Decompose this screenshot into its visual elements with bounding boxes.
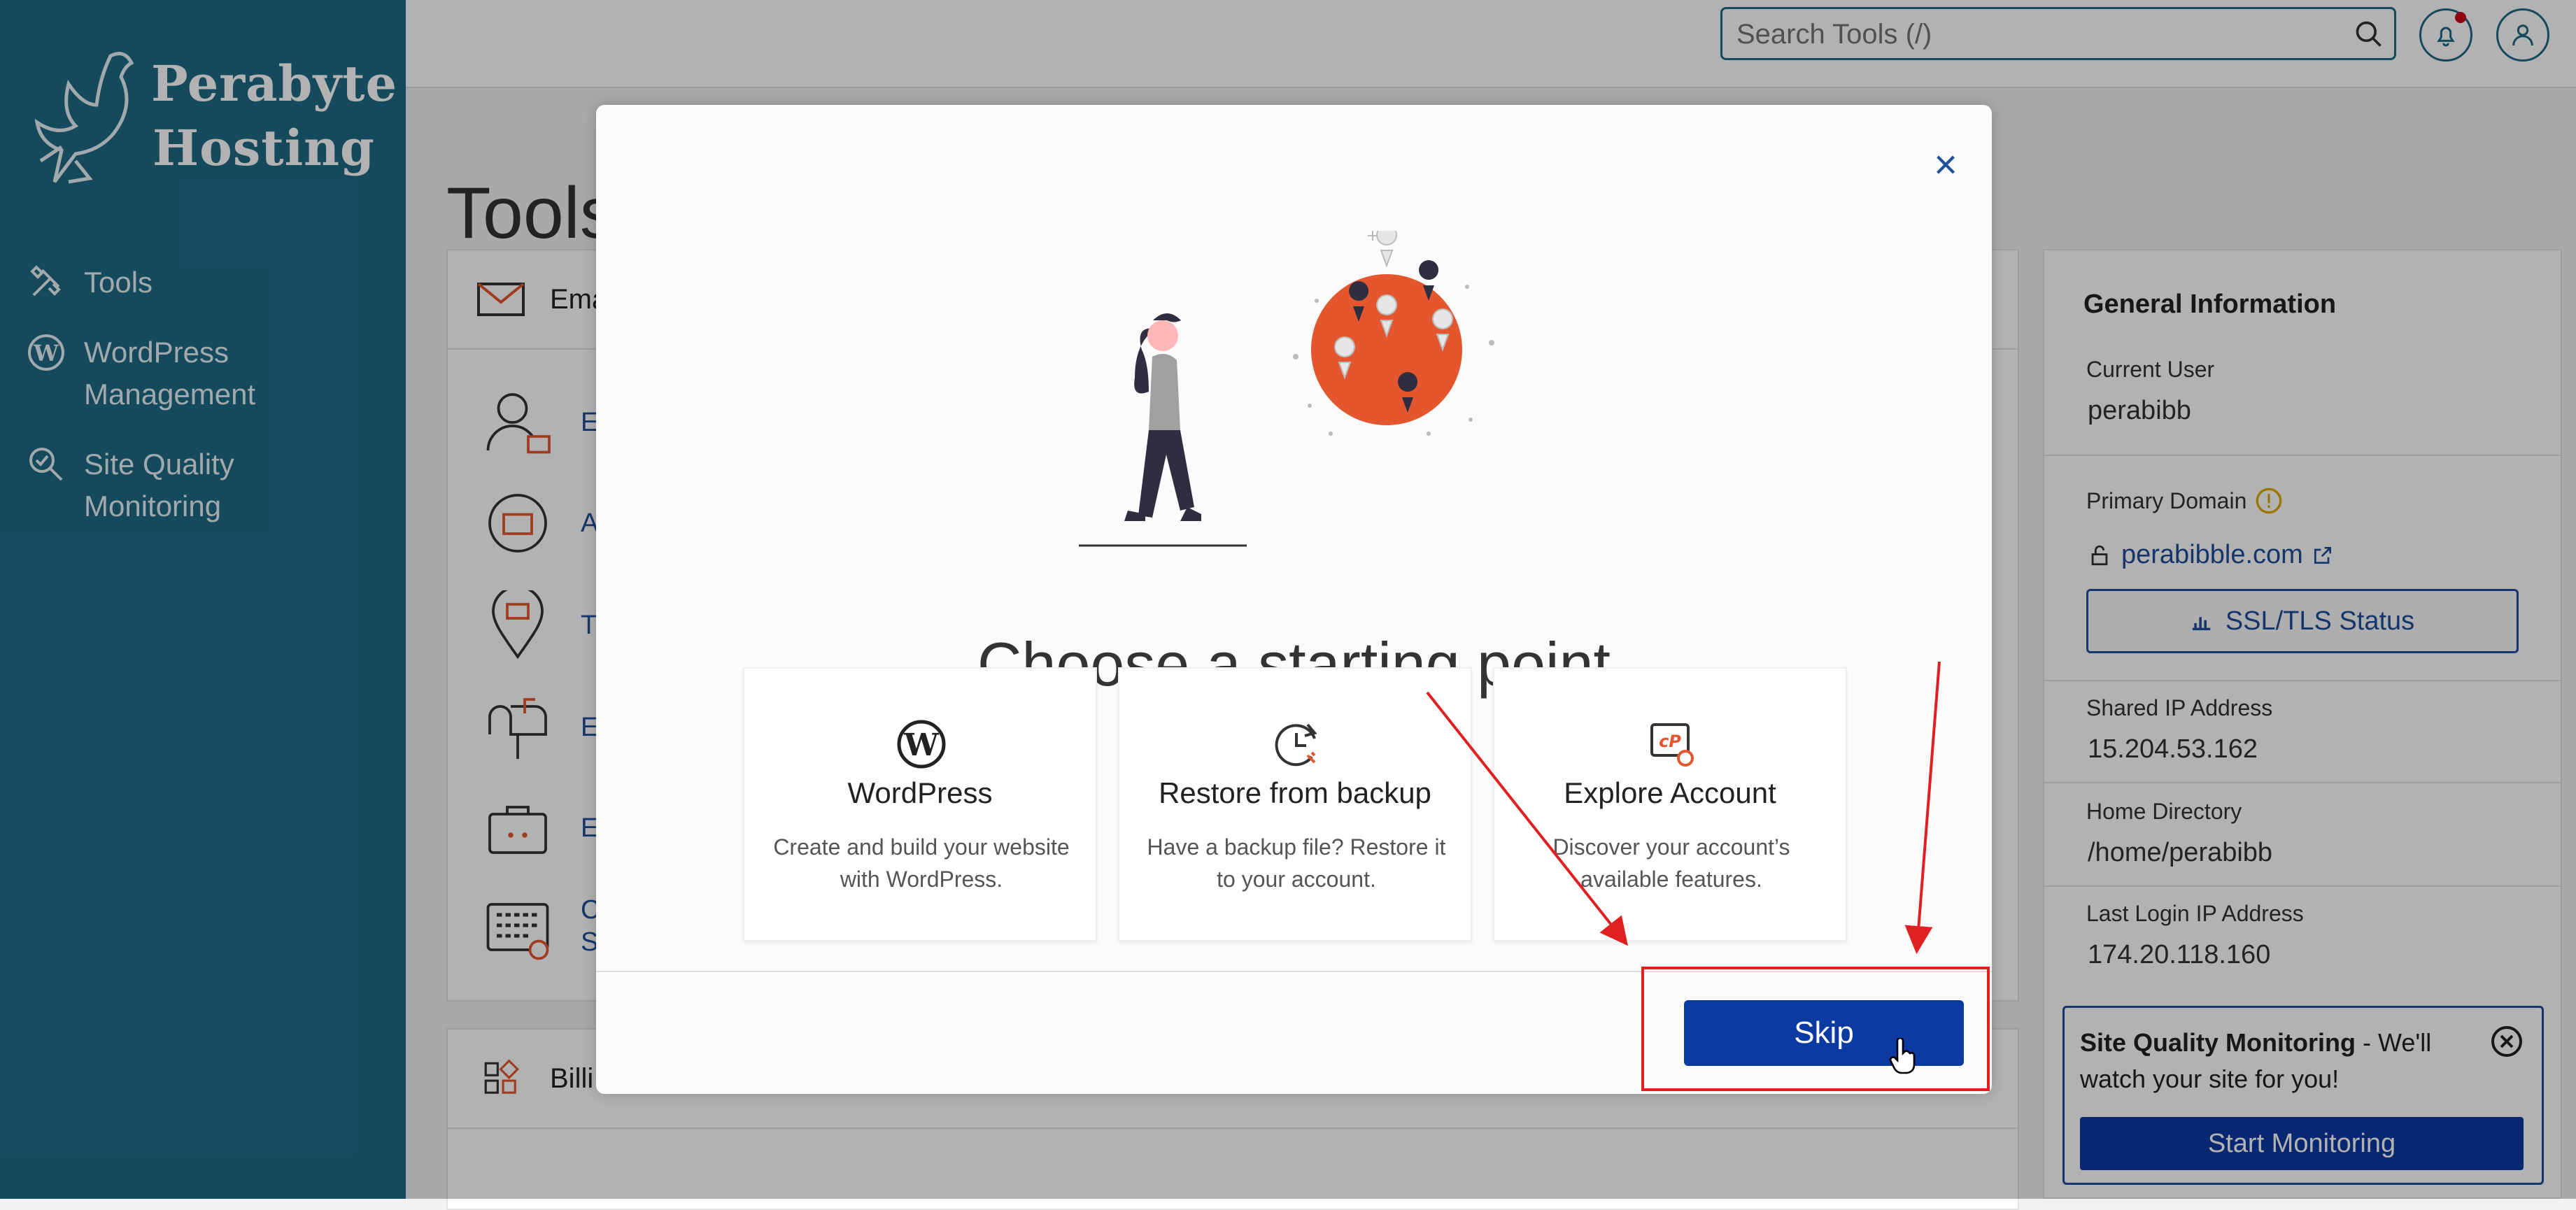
card-description: Create and build your website with WordP… [773, 834, 1070, 892]
close-icon[interactable]: × [1924, 142, 1967, 187]
starting-point-modal: × Choose a starting point W WordPress Cr… [596, 105, 1992, 1094]
annotation-highlight-box [1641, 967, 1990, 1091]
svg-text:cP: cP [1659, 732, 1681, 751]
restore-clock-icon [1275, 723, 1317, 767]
card-description: Discover your account’s available featur… [1552, 834, 1790, 892]
card-title: WordPress [847, 776, 993, 809]
wordpress-icon: W [897, 720, 946, 769]
card-title: Restore from backup [1159, 776, 1431, 809]
cpanel-icon: cP [1650, 723, 1694, 767]
wordpress-option-card[interactable]: W WordPress Create and build your websit… [743, 667, 1097, 941]
woman-map-illustration [1079, 231, 1494, 547]
card-description: Have a backup file? Restore it to your a… [1147, 834, 1446, 892]
card-title: Explore Account [1564, 776, 1776, 809]
hand-cursor-icon [1889, 1038, 1916, 1074]
svg-text:W: W [903, 727, 939, 763]
restore-backup-option-card[interactable]: Restore from backup Have a backup file? … [1118, 667, 1472, 941]
explore-account-option-card[interactable]: cP Explore Account Discover your account… [1493, 667, 1847, 941]
